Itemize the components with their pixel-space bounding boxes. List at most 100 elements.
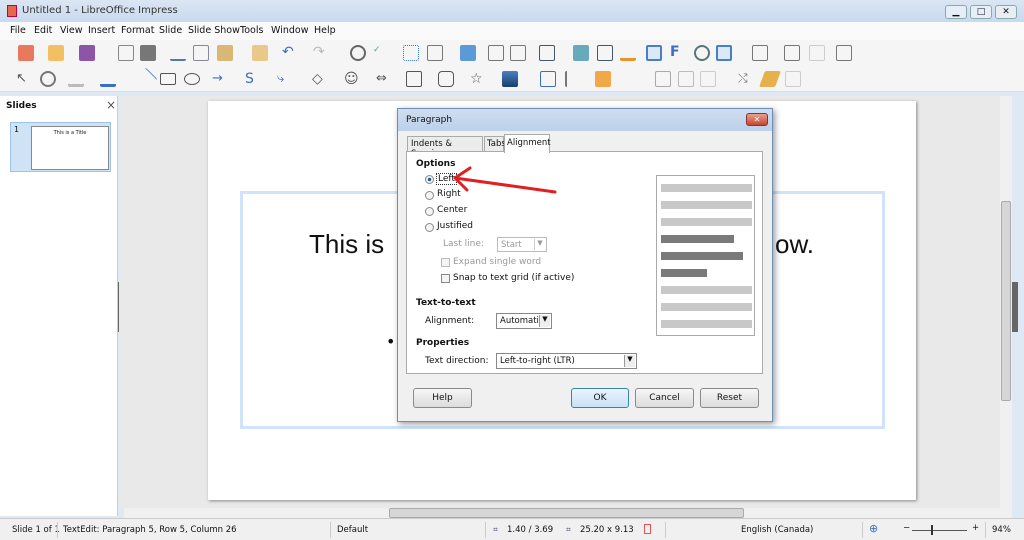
media-icon[interactable] — [597, 45, 613, 61]
menu-window[interactable]: Window — [271, 25, 308, 36]
export-pdf-icon[interactable] — [118, 45, 134, 61]
menu-view[interactable]: View — [60, 25, 83, 36]
vertical-scrollbar[interactable] — [1000, 96, 1012, 508]
tab-tabs[interactable]: Tabs — [484, 136, 506, 152]
copy-icon[interactable] — [193, 45, 209, 61]
select-icon[interactable]: ↖ — [16, 71, 32, 87]
ellipse-icon[interactable] — [184, 73, 200, 85]
ok-button[interactable]: OK — [571, 388, 629, 408]
align-icon[interactable] — [565, 71, 581, 87]
menu-edit[interactable]: Edit — [34, 25, 52, 36]
vertical-scroll-thumb[interactable] — [1001, 201, 1011, 401]
text-alignment-select[interactable]: Automatic ▼ — [496, 313, 552, 329]
find-replace-icon[interactable] — [350, 45, 366, 61]
interaction-icon[interactable] — [785, 71, 801, 87]
menu-format[interactable]: Format — [121, 25, 154, 36]
zoom-in-button[interactable]: + — [972, 523, 979, 533]
close-pane-icon[interactable]: × — [106, 98, 116, 112]
zoom-slider-handle[interactable] — [931, 525, 933, 535]
sidebar-collapse-handle[interactable] — [1012, 282, 1018, 332]
cancel-button[interactable]: Cancel — [635, 388, 694, 408]
menu-file[interactable]: File — [10, 25, 26, 36]
curve-icon[interactable]: S — [245, 71, 261, 87]
spelling-icon[interactable]: ✓ — [373, 45, 389, 61]
menu-slide-show[interactable]: Slide Show — [188, 25, 240, 36]
arrange-icon[interactable] — [595, 71, 611, 87]
radio-left[interactable] — [425, 175, 434, 184]
horizontal-scroll-thumb[interactable] — [389, 508, 744, 518]
slide-thumbnail[interactable]: 1 This is a Title — [10, 122, 111, 172]
rectangle-icon[interactable] — [160, 73, 176, 85]
shadow-icon[interactable] — [836, 45, 852, 61]
clone-formatting-icon[interactable] — [252, 45, 268, 61]
menu-tools[interactable]: Tools — [240, 25, 263, 36]
points-icon[interactable] — [540, 71, 556, 87]
duplicate-icon[interactable] — [784, 45, 800, 61]
filter-icon[interactable] — [700, 71, 716, 87]
fit-slide-icon[interactable]: ⊕ — [869, 522, 878, 535]
tab-indents-spacing[interactable]: Indents & Spacing — [407, 136, 483, 159]
document-modified-icon[interactable] — [644, 524, 651, 534]
crop-icon[interactable] — [678, 71, 694, 87]
display-views-icon[interactable] — [427, 45, 443, 61]
save-icon[interactable] — [79, 45, 95, 61]
slide-show-icon[interactable] — [488, 45, 504, 61]
flowchart-icon[interactable] — [406, 71, 422, 87]
shadow-toggle-icon[interactable] — [655, 71, 671, 87]
status-zoom[interactable]: 94% — [992, 525, 1011, 535]
undo-icon[interactable]: ↶ — [282, 45, 298, 61]
snap-to-grid-label[interactable]: Snap to text grid (if active) — [453, 273, 574, 283]
arrow-line-icon[interactable]: → — [212, 71, 228, 87]
fontwork-icon[interactable]: F — [670, 45, 686, 61]
symbol-shapes-icon[interactable]: ☺ — [344, 71, 360, 87]
status-language[interactable]: English (Canada) — [741, 525, 813, 535]
last-line-select[interactable]: Start ▼ — [497, 237, 547, 252]
dialog-close-button[interactable]: ✕ — [746, 113, 768, 126]
fill-color-icon[interactable] — [100, 71, 116, 87]
chart-icon[interactable] — [620, 45, 636, 61]
text-direction-select[interactable]: Left-to-right (LTR) ▼ — [496, 353, 637, 369]
reset-button[interactable]: Reset — [700, 388, 759, 408]
3d-objects-icon[interactable] — [502, 71, 518, 87]
menu-help[interactable]: Help — [314, 25, 336, 36]
zoom-out-button[interactable]: − — [903, 523, 910, 533]
close-window-button[interactable]: ✕ — [995, 5, 1017, 19]
slide-title-text-left[interactable]: This is — [309, 229, 384, 260]
hyperlink-icon[interactable] — [694, 45, 710, 61]
radio-right[interactable] — [425, 191, 434, 200]
redo-icon[interactable]: ↷ — [313, 45, 329, 61]
delete-icon[interactable] — [809, 45, 825, 61]
snap-to-grid-checkbox[interactable] — [441, 274, 450, 283]
maximize-button[interactable]: □ — [970, 5, 992, 19]
status-layout[interactable]: Default — [337, 525, 368, 535]
line-color-icon[interactable] — [68, 71, 84, 87]
radio-justified-label[interactable]: Justified — [437, 221, 473, 231]
print-icon[interactable] — [140, 45, 156, 61]
zoom-pan-icon[interactable] — [40, 71, 56, 87]
minimize-button[interactable]: ▁ — [945, 5, 967, 19]
shapes-icon[interactable] — [716, 45, 732, 61]
radio-justified[interactable] — [425, 223, 434, 232]
zoom-slider[interactable] — [912, 530, 967, 531]
horizontal-scrollbar[interactable] — [124, 508, 1012, 518]
stars-icon[interactable]: ☆ — [470, 71, 486, 87]
cut-icon[interactable] — [170, 45, 186, 61]
tab-alignment[interactable]: Alignment — [504, 134, 551, 153]
toggle-extrusion-icon[interactable]: ⤭ — [738, 71, 754, 87]
callouts-icon[interactable] — [438, 71, 454, 87]
menu-slide[interactable]: Slide — [159, 25, 182, 36]
radio-center-label[interactable]: Center — [437, 205, 467, 215]
connector-icon[interactable]: ⤷ — [277, 71, 293, 87]
start-current-slide-icon[interactable] — [510, 45, 526, 61]
expand-single-word-checkbox[interactable] — [441, 258, 450, 267]
help-button[interactable]: Help — [413, 388, 472, 408]
slide-title-text-right[interactable]: ow. — [775, 229, 814, 260]
menu-insert[interactable]: Insert — [88, 25, 115, 36]
text-box-icon[interactable] — [646, 45, 662, 61]
image-icon[interactable] — [460, 45, 476, 61]
table-icon[interactable] — [539, 45, 555, 61]
transformations-icon[interactable] — [752, 45, 768, 61]
block-arrows-icon[interactable]: ⇔ — [376, 71, 392, 87]
radio-center[interactable] — [425, 207, 434, 216]
glue-icon[interactable] — [759, 71, 781, 87]
